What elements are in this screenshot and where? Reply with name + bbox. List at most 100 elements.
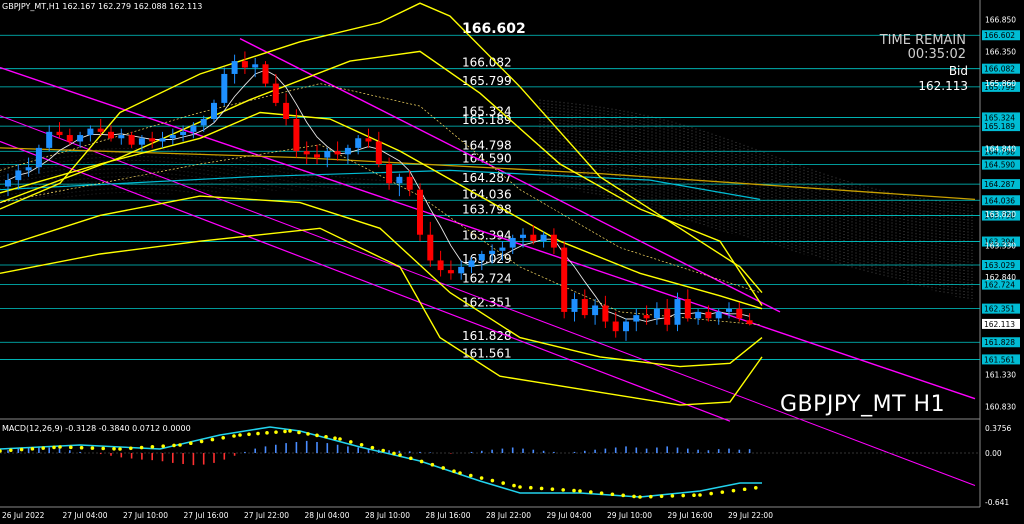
macd-signal-dot xyxy=(161,444,165,448)
candle xyxy=(653,302,660,325)
macd-main-line xyxy=(0,426,762,498)
candle-body xyxy=(550,234,557,248)
macd-signal-dot xyxy=(101,446,105,451)
candle-body xyxy=(633,315,640,322)
macd-signal-dot xyxy=(659,494,664,499)
macd-signal-dot xyxy=(58,445,62,449)
candle-body xyxy=(623,321,629,332)
macd-signal-dot xyxy=(501,481,506,485)
macd-signal-dot xyxy=(550,487,555,491)
candle xyxy=(602,295,609,328)
candle-body xyxy=(252,64,259,68)
macd-panel: 0.3756 0.00 -0.641 xyxy=(0,424,1011,507)
candle-body xyxy=(303,151,310,155)
candle-body xyxy=(468,260,475,267)
channel-lower-line xyxy=(0,140,731,422)
macd-signal-dot xyxy=(529,485,533,490)
candle-body xyxy=(200,118,207,126)
candle-body xyxy=(221,73,228,103)
candle-body xyxy=(375,141,382,164)
macd-signal-dot xyxy=(539,486,544,491)
macd-signal-dot xyxy=(359,442,364,447)
candle-body xyxy=(726,308,732,312)
ohlc-values: 162.167 162.279 162.088 162.113 xyxy=(62,2,203,11)
macd-axis-label: 0.3756 xyxy=(985,424,1011,433)
macd-signal-dot xyxy=(79,445,84,450)
macd-signal-dot xyxy=(638,495,642,499)
candle-body xyxy=(46,131,53,148)
candle-body xyxy=(15,170,22,181)
candle xyxy=(159,131,166,148)
level-label: 162.351 xyxy=(462,296,512,310)
band-line xyxy=(0,50,763,306)
candle-body xyxy=(458,266,465,274)
candle-body xyxy=(489,250,496,255)
time-axis-label: 27 Jul 22:00 xyxy=(244,511,289,520)
macd-signal-dot xyxy=(610,492,615,497)
macd-signal-dot xyxy=(90,446,95,450)
dotted-envelope xyxy=(0,144,761,326)
candle xyxy=(571,292,578,322)
candle xyxy=(334,141,341,161)
candle-body xyxy=(592,305,599,316)
macd-signal-dot xyxy=(288,429,292,433)
candle-body xyxy=(314,154,320,158)
candle-body xyxy=(25,167,32,171)
level-label: 161.561 xyxy=(462,346,512,360)
bid-label: Bid xyxy=(948,64,968,78)
macd-signal-dot xyxy=(69,445,73,450)
candle-body xyxy=(664,308,671,325)
macd-signal-dot xyxy=(469,473,473,478)
price-levels: 166.602 166.602166.082 166.082165.799 165.7… xyxy=(0,21,1020,365)
candle-body xyxy=(674,299,681,325)
current-price-label: 162.113 xyxy=(984,320,1015,329)
candle-body xyxy=(478,254,485,261)
macd-signal-dot xyxy=(112,447,116,451)
candle-body xyxy=(5,180,11,187)
macd-label: MACD(12,26,9) -0.3128 -0.3840 0.0712 0.0… xyxy=(2,424,191,433)
macd-signal-dot xyxy=(333,436,337,441)
macd-signal-dot xyxy=(274,430,278,434)
candle xyxy=(664,299,671,332)
time-axis-label: 26 Jul 2022 xyxy=(2,511,45,520)
candle-body xyxy=(695,311,702,319)
macd-signal-dot xyxy=(30,447,35,451)
level-label: 161.828 xyxy=(462,329,512,343)
macd-signal-dot xyxy=(256,431,260,436)
candle-body xyxy=(128,135,135,145)
candle-body xyxy=(571,299,578,312)
macd-signal-dot xyxy=(338,437,342,441)
candle xyxy=(581,289,588,319)
candle xyxy=(365,128,372,148)
macd-signal-dot xyxy=(370,445,375,450)
candle xyxy=(417,183,423,242)
candle xyxy=(344,144,351,164)
macd-signal-dot xyxy=(479,476,484,480)
macd-signal-dot xyxy=(589,490,593,494)
macd-signal-dot xyxy=(0,449,2,453)
level-axis-label: 163.029 xyxy=(984,261,1015,270)
candle-body xyxy=(643,315,650,319)
level-axis-label: 164.590 xyxy=(984,161,1015,170)
candle-body xyxy=(77,135,84,142)
level-label: 164.798 xyxy=(462,138,512,152)
candle-body xyxy=(406,176,413,190)
macd-signal-dot xyxy=(692,493,696,498)
candle-body xyxy=(211,102,217,119)
macd-signal-dot xyxy=(518,485,522,489)
candle-body xyxy=(118,135,125,139)
candle-body xyxy=(56,131,63,136)
macd-signal-dot xyxy=(398,453,402,457)
price-chart[interactable]: 166.602 166.602166.082 166.082165.799 165.7… xyxy=(0,0,1024,524)
time-axis: 26 Jul 2022 27 Jul 04:00 27 Jul 10:00 27 Ju… xyxy=(2,511,773,520)
macd-signal-dot xyxy=(178,443,182,447)
candle-body xyxy=(653,308,660,319)
band-line xyxy=(0,195,763,368)
candle xyxy=(221,67,228,107)
macd-signal-dot xyxy=(238,433,242,437)
candle-body xyxy=(684,299,691,319)
chart-root[interactable]: 166.602 166.602 166.082 166.082 165.799 165.7… xyxy=(0,0,1024,524)
candle-body xyxy=(190,125,197,132)
price-axis-label: 163.330 xyxy=(985,242,1016,251)
macd-signal-dot xyxy=(599,491,604,495)
